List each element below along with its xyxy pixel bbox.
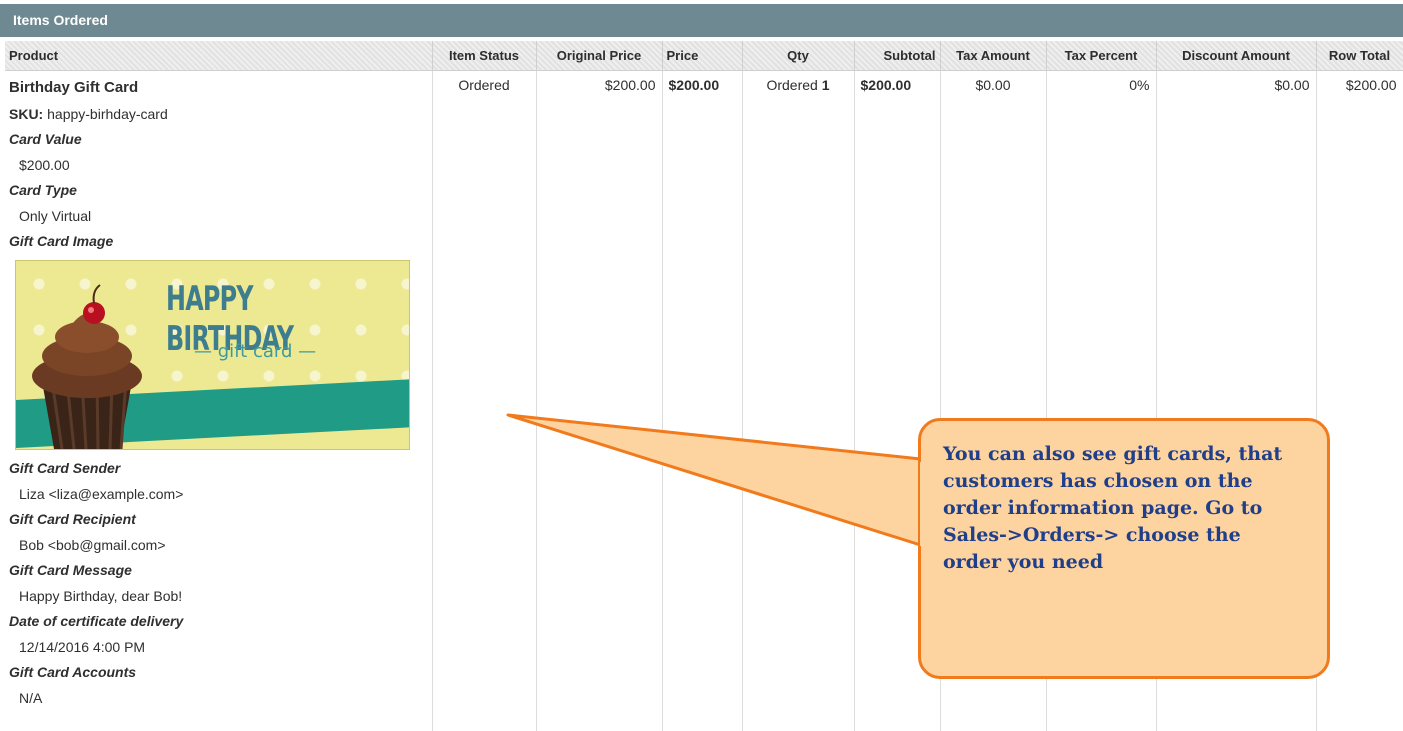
product-sku: SKU: happy-birhday-card <box>9 101 428 127</box>
col-discount-amount: Discount Amount <box>1156 41 1317 71</box>
message-value: Happy Birthday, dear Bob! <box>19 587 183 604</box>
gift-card-image: HAPPY BIRTHDAY — gift card — <box>15 259 410 450</box>
col-subtotal: Subtotal <box>854 41 941 71</box>
qty-value: 1 <box>821 76 830 93</box>
gift-card-image-label: Gift Card Image <box>9 232 114 249</box>
col-price: Price <box>662 41 743 71</box>
message-label: Gift Card Message <box>9 561 132 578</box>
accounts-value: N/A <box>19 689 43 706</box>
accounts-label: Gift Card Accounts <box>9 663 137 680</box>
col-item-status: Item Status <box>432 41 537 71</box>
sku-value: happy-birhday-card <box>47 105 168 122</box>
col-original-price: Original Price <box>536 41 663 71</box>
table-header-row: Product Item Status Original Price Price… <box>5 41 1403 71</box>
col-product: Product <box>5 41 433 71</box>
qty-label: Ordered <box>766 76 818 93</box>
col-tax-amount: Tax Amount <box>940 41 1047 71</box>
image-subtitle: — gift card — <box>194 340 317 362</box>
sender-value: Liza <liza@example.com> <box>19 485 184 502</box>
product-name: Birthday Gift Card <box>9 78 139 96</box>
card-type-label: Card Type <box>9 181 77 198</box>
card-type: Only Virtual <box>19 207 92 224</box>
recipient-value: Bob <bob@gmail.com> <box>19 536 166 553</box>
sku-label: SKU: <box>9 105 44 122</box>
col-tax-percent: Tax Percent <box>1046 41 1157 71</box>
sender-label: Gift Card Sender <box>9 459 121 476</box>
cupcake-icon <box>32 283 142 449</box>
card-value-label: Card Value <box>9 130 82 147</box>
delivery-value: 12/14/2016 4:00 PM <box>19 638 146 655</box>
section-title: Items Ordered <box>0 0 1403 37</box>
qty-cell: Ordered 1 <box>742 70 855 731</box>
col-row-total: Row Total <box>1316 41 1403 71</box>
recipient-label: Gift Card Recipient <box>9 510 136 527</box>
callout-note: You can also see gift cards, that custom… <box>918 418 1330 679</box>
card-value: $200.00 <box>19 156 70 173</box>
item-status-cell: Ordered <box>432 70 537 731</box>
product-cell: Birthday Gift Card SKU: happy-birhday-ca… <box>5 70 433 731</box>
delivery-label: Date of certificate delivery <box>9 612 184 629</box>
price-cell: $200.00 <box>662 70 743 731</box>
original-price-cell: $200.00 <box>536 70 663 731</box>
col-qty: Qty <box>742 41 855 71</box>
